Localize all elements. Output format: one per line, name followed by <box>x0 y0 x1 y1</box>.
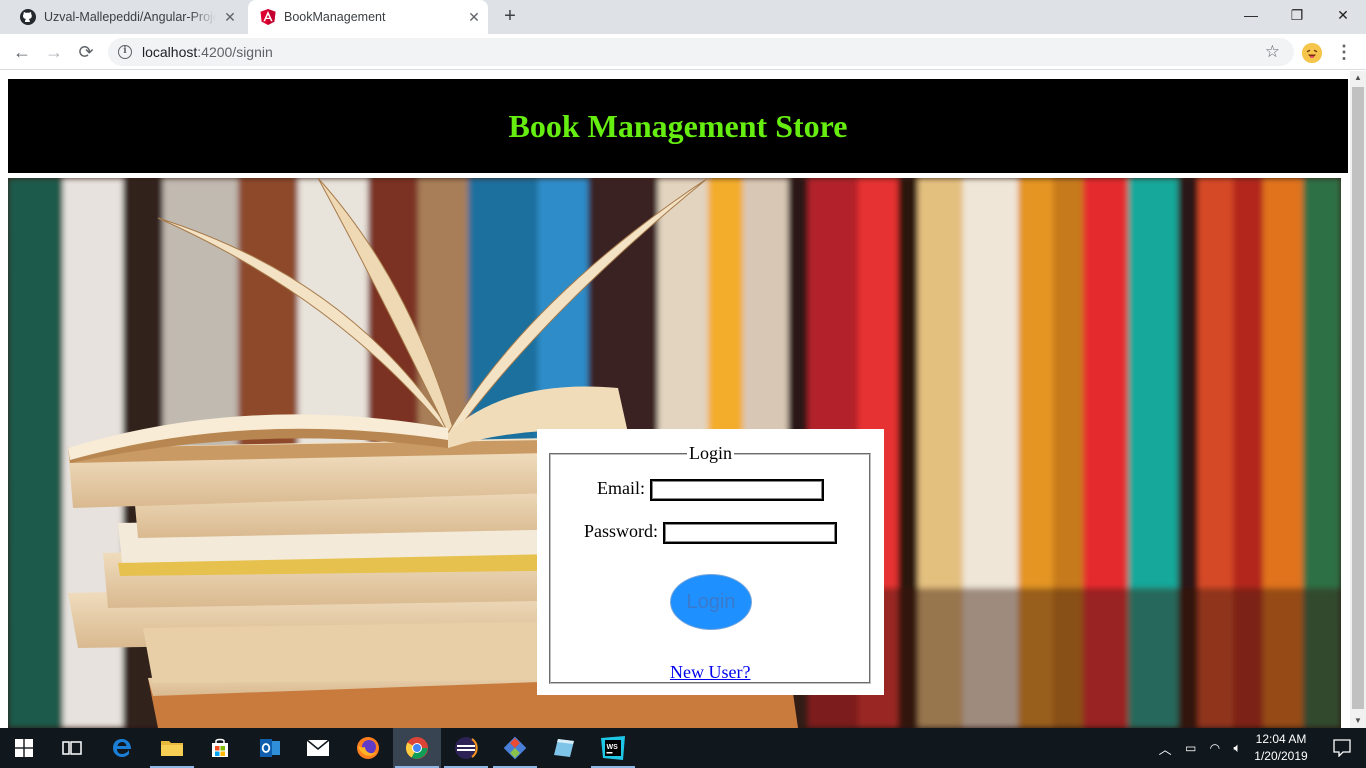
outlook-icon <box>260 739 280 757</box>
tab-github-repo[interactable]: Uzval-Mallepeddi/Angular-Project ✕ <box>8 0 244 34</box>
mail-icon <box>306 739 330 756</box>
taskbar-mail[interactable] <box>294 728 342 768</box>
notepad-icon <box>554 739 574 757</box>
login-card: Login Email: Password: Login New User? <box>537 429 884 695</box>
folder-icon <box>161 741 183 756</box>
info-icon[interactable]: i <box>118 45 132 59</box>
email-label: Email: <box>597 478 645 498</box>
taskbar-store[interactable] <box>196 728 244 768</box>
close-window-button[interactable]: ✕ <box>1320 0 1366 30</box>
edge-icon <box>113 739 131 757</box>
windows-logo-icon <box>15 739 33 757</box>
address-bar[interactable]: i localhost:4200/signin ☆ <box>108 38 1294 66</box>
git-icon <box>503 736 527 760</box>
eclipse-icon <box>455 737 478 759</box>
task-view-button[interactable] <box>48 728 96 768</box>
new-user-link[interactable]: New User? <box>670 662 750 683</box>
chevron-up-icon[interactable]: ︿ <box>1159 739 1172 758</box>
url-path: :4200/signin <box>197 44 273 60</box>
chrome-icon <box>406 737 428 759</box>
minimize-button[interactable]: — <box>1228 0 1274 30</box>
store-icon <box>212 738 228 757</box>
system-tray: ︿ ▭ ◠ 🔈︎ <box>1156 728 1244 768</box>
password-field[interactable] <box>663 522 837 544</box>
tab-strip: Uzval-Mallepeddi/Angular-Project ✕ BookM… <box>0 0 1366 34</box>
url-text[interactable]: localhost:4200/signin <box>142 38 273 66</box>
scroll-up-arrow-icon[interactable]: ▲ <box>1350 71 1366 85</box>
taskbar-notepad[interactable] <box>540 728 588 768</box>
page-scrollbar[interactable]: ▲ ▼ <box>1350 71 1366 728</box>
tab-title: Uzval-Mallepeddi/Angular-Project <box>44 10 216 24</box>
forward-button[interactable]: → <box>40 38 68 66</box>
url-host: localhost <box>142 44 198 60</box>
clock-date: 1/20/2019 <box>1254 749 1308 763</box>
firefox-icon <box>357 737 379 759</box>
windows-taskbar: WS ︿ ▭ ◠ 🔈︎ 12:04 AM 1/20/2019 <box>0 728 1366 768</box>
browser-toolbar: ← → ⟳ i localhost:4200/signin ☆ ⋮ <box>0 34 1366 70</box>
close-icon[interactable]: ✕ <box>216 9 244 26</box>
volume-icon[interactable]: 🔈︎ <box>1233 740 1241 756</box>
site-title: Book Management Store <box>508 107 848 144</box>
webstorm-icon: WS <box>601 736 625 760</box>
scrollbar-thumb[interactable] <box>1352 87 1364 709</box>
taskbar-edge[interactable] <box>98 728 146 768</box>
browser-menu-button[interactable]: ⋮ <box>1334 38 1354 66</box>
taskbar-outlook[interactable] <box>246 728 294 768</box>
site-header: Book Management Store <box>8 79 1348 173</box>
battery-icon[interactable]: ▭ <box>1185 741 1196 755</box>
taskbar-webstorm[interactable]: WS <box>589 728 637 768</box>
taskbar-git[interactable] <box>491 728 539 768</box>
clock-time: 12:04 AM <box>1255 732 1307 746</box>
tab-title: BookManagement <box>284 10 386 24</box>
angular-icon <box>260 9 276 25</box>
email-field[interactable] <box>650 479 824 501</box>
back-button[interactable]: ← <box>8 38 36 66</box>
scroll-down-arrow-icon[interactable]: ▼ <box>1350 714 1366 728</box>
reload-button[interactable]: ⟳ <box>72 38 100 66</box>
password-label: Password: <box>584 521 659 541</box>
new-tab-button[interactable]: + <box>498 5 522 29</box>
close-icon[interactable]: ✕ <box>460 9 488 26</box>
maximize-button[interactable]: ❐ <box>1274 0 1320 30</box>
wifi-icon[interactable]: ◠ <box>1210 741 1220 755</box>
login-legend: Login <box>689 443 732 463</box>
emoji-face-icon <box>1302 43 1322 63</box>
taskbar-clock[interactable]: 12:04 AM 1/20/2019 <box>1244 731 1318 765</box>
tab-bookmanagement[interactable]: BookManagement ✕ <box>248 0 488 34</box>
login-button[interactable]: Login <box>670 574 752 630</box>
notification-icon <box>1333 739 1351 757</box>
taskbar-file-explorer[interactable] <box>148 728 196 768</box>
taskbar-chrome[interactable] <box>393 728 441 768</box>
taskbar-firefox[interactable] <box>344 728 392 768</box>
login-fieldset: Login Email: Password: Login New User? <box>549 443 871 684</box>
profile-avatar[interactable] <box>1302 43 1322 63</box>
github-icon <box>20 9 36 25</box>
action-center-button[interactable] <box>1318 728 1366 768</box>
svg-text:WS: WS <box>607 744 619 751</box>
page-viewport: Book Management Store Login Email: Passw… <box>0 71 1350 728</box>
star-icon[interactable]: ☆ <box>1265 38 1280 66</box>
taskbar-eclipse[interactable] <box>442 728 490 768</box>
start-button[interactable] <box>0 728 48 768</box>
bookshelf-background-image: Login Email: Password: Login New User? <box>8 178 1341 728</box>
task-view-icon <box>62 741 82 755</box>
